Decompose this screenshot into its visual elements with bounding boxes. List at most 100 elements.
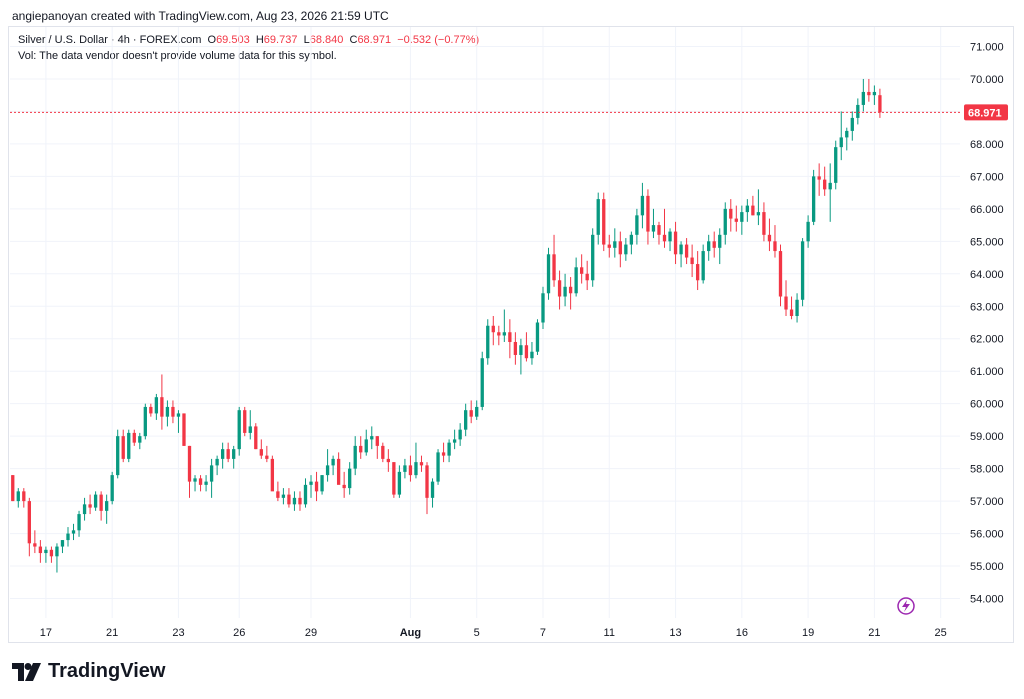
candle <box>762 202 766 242</box>
candle-body <box>71 530 76 534</box>
candle-body <box>800 241 805 300</box>
x-tick-label: 29 <box>305 627 317 639</box>
x-tick-label: 25 <box>935 627 947 639</box>
candle <box>684 238 689 265</box>
candle <box>795 293 799 323</box>
candle <box>524 332 529 362</box>
candle-body <box>729 208 733 219</box>
candle-body <box>557 280 562 297</box>
candle <box>325 449 330 482</box>
candle-body <box>49 549 54 557</box>
candle-body <box>811 176 816 222</box>
candle-body <box>751 205 755 216</box>
candle <box>756 189 761 226</box>
y-tick-label: 70.000 <box>970 74 1004 86</box>
candle-body <box>839 137 843 148</box>
candle <box>259 439 263 459</box>
candle <box>673 221 678 265</box>
candle <box>49 546 54 563</box>
lightning-icon[interactable] <box>897 597 915 615</box>
candle <box>237 406 241 456</box>
candle <box>265 445 269 463</box>
candle <box>817 163 821 196</box>
candle-body <box>204 481 208 485</box>
candle <box>519 338 523 375</box>
candle-body <box>22 491 26 502</box>
candle-body <box>828 182 832 190</box>
candle <box>248 410 252 440</box>
candle-body <box>370 436 374 440</box>
y-tick-label: 57.000 <box>970 496 1004 508</box>
candle-body <box>773 241 777 252</box>
candle-body <box>767 234 772 242</box>
candle-body <box>270 458 275 492</box>
candle-body <box>662 234 667 242</box>
y-tick-label: 65.000 <box>970 236 1004 248</box>
candle <box>823 166 827 196</box>
candle-body <box>740 212 744 222</box>
candle <box>160 374 164 430</box>
tradingview-logo[interactable]: TradingView <box>12 660 165 683</box>
x-tick-label: 19 <box>802 627 814 639</box>
candle-body <box>707 241 711 252</box>
candle <box>149 403 153 417</box>
candle <box>254 423 258 450</box>
candle <box>729 199 733 232</box>
candle <box>116 429 120 479</box>
candle-body <box>745 205 750 213</box>
candle <box>176 410 181 433</box>
candle-body <box>320 475 324 492</box>
candle <box>662 208 667 248</box>
y-tick-label: 54.000 <box>970 594 1004 606</box>
candle-body <box>303 484 308 505</box>
candle-body <box>872 91 877 96</box>
candle <box>348 462 352 495</box>
candle <box>541 286 545 329</box>
candle-body <box>585 273 589 281</box>
candle <box>270 455 275 492</box>
candle <box>800 238 805 307</box>
candle <box>110 471 114 505</box>
candle-body <box>447 442 451 456</box>
candle <box>414 442 418 479</box>
candle <box>392 462 396 498</box>
candle-body <box>143 406 147 437</box>
candle <box>458 423 462 446</box>
candle <box>287 488 291 508</box>
candle-body <box>336 458 341 485</box>
x-tick-label: Aug <box>400 627 421 639</box>
candle-body <box>60 540 65 547</box>
candle-body <box>359 445 363 453</box>
candle <box>784 280 788 317</box>
candle-body <box>425 465 429 498</box>
candle-body <box>116 436 120 476</box>
candle-body <box>220 449 225 459</box>
candle <box>839 111 843 161</box>
candle <box>66 527 70 547</box>
candle-body <box>530 351 534 359</box>
candle <box>71 523 76 541</box>
candle <box>292 491 297 511</box>
candle <box>635 208 639 245</box>
candle <box>243 406 247 437</box>
candlestick-chart[interactable]: 54.000 55.000 56.000 57.000 58.000 59.000 60.0… <box>0 0 1024 699</box>
candle <box>568 277 573 310</box>
grid-lines <box>10 27 960 618</box>
candle-body <box>458 429 462 440</box>
candle-body <box>44 549 48 554</box>
candle-body <box>861 91 865 105</box>
candle-body <box>806 221 810 242</box>
candle-body <box>845 130 849 138</box>
candle-body <box>513 341 518 355</box>
candle <box>281 488 286 505</box>
last-price-label: 68.971 <box>968 107 1002 119</box>
x-tick-label: 17 <box>40 627 52 639</box>
candle <box>497 325 501 346</box>
candle <box>828 163 832 222</box>
candle-body <box>563 286 567 297</box>
candle <box>215 455 219 476</box>
candle-body <box>209 465 214 482</box>
candle <box>811 169 816 226</box>
candle <box>718 228 722 265</box>
candle <box>651 208 656 239</box>
